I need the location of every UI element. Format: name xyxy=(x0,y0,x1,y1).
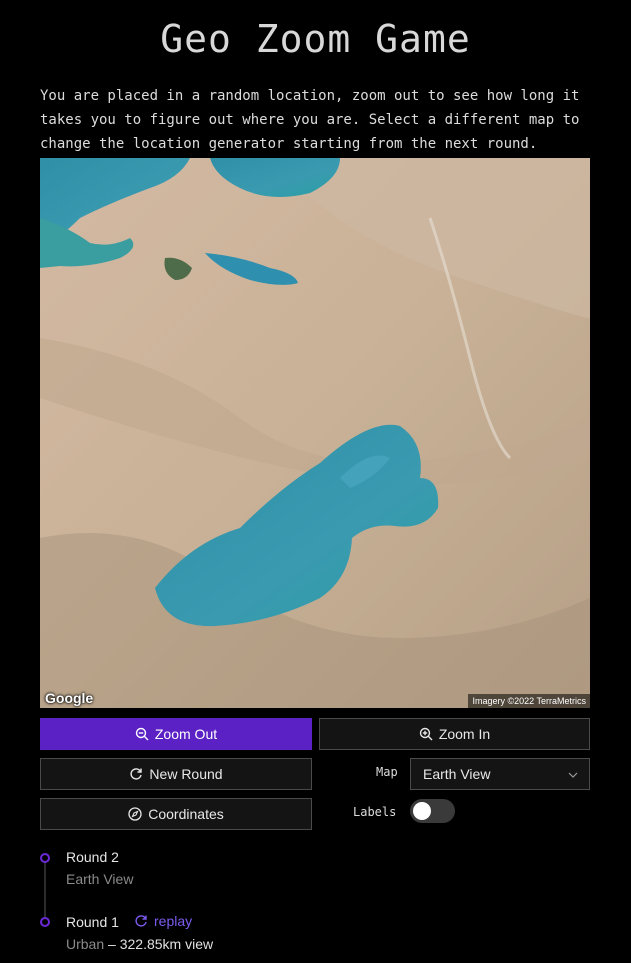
zoom-out-icon xyxy=(135,727,149,741)
round-1-map: Urban xyxy=(66,936,105,952)
new-round-label: New Round xyxy=(149,766,223,782)
timeline-line xyxy=(44,862,46,920)
labels-toggle[interactable] xyxy=(410,799,455,823)
map-select-label: Map xyxy=(376,765,398,779)
map-attribution: Imagery ©2022 TerraMetrics xyxy=(468,694,590,708)
page-title: Geo Zoom Game xyxy=(160,17,471,61)
coordinates-label: Coordinates xyxy=(148,806,224,822)
replay-label: replay xyxy=(154,913,193,929)
zoom-in-label: Zoom In xyxy=(438,726,491,742)
round-2-title: Round 2 xyxy=(66,849,119,865)
round-2-dot xyxy=(40,853,50,863)
round-1-title: Round 1 xyxy=(66,914,119,930)
round-1-details: Urban – 322.85km view xyxy=(66,936,213,952)
refresh-icon xyxy=(129,767,143,781)
chevron-down-icon xyxy=(567,768,579,780)
replay-icon xyxy=(134,914,148,928)
satellite-map[interactable]: Google Imagery ©2022 TerraMetrics xyxy=(40,158,590,708)
toggle-knob xyxy=(413,802,431,820)
coordinates-button[interactable]: Coordinates xyxy=(40,798,312,830)
compass-icon xyxy=(128,807,142,821)
zoom-out-button[interactable]: Zoom Out xyxy=(40,718,312,750)
zoom-out-label: Zoom Out xyxy=(154,726,218,742)
round-2-map: Earth View xyxy=(66,871,134,887)
google-logo: Google xyxy=(45,690,94,706)
round-1-view-distance: – 322.85km view xyxy=(104,936,214,952)
intro-text: You are placed in a random location, zoo… xyxy=(40,88,580,152)
map-select-value: Earth View xyxy=(423,766,491,782)
map-imagery xyxy=(40,158,590,708)
labels-toggle-label: Labels xyxy=(353,805,397,819)
round-1-dot xyxy=(40,917,50,927)
replay-link[interactable]: replay xyxy=(134,913,192,929)
zoom-in-button[interactable]: Zoom In xyxy=(319,718,590,750)
map-select[interactable]: Earth View xyxy=(410,758,590,790)
new-round-button[interactable]: New Round xyxy=(40,758,312,790)
zoom-in-icon xyxy=(419,727,433,741)
